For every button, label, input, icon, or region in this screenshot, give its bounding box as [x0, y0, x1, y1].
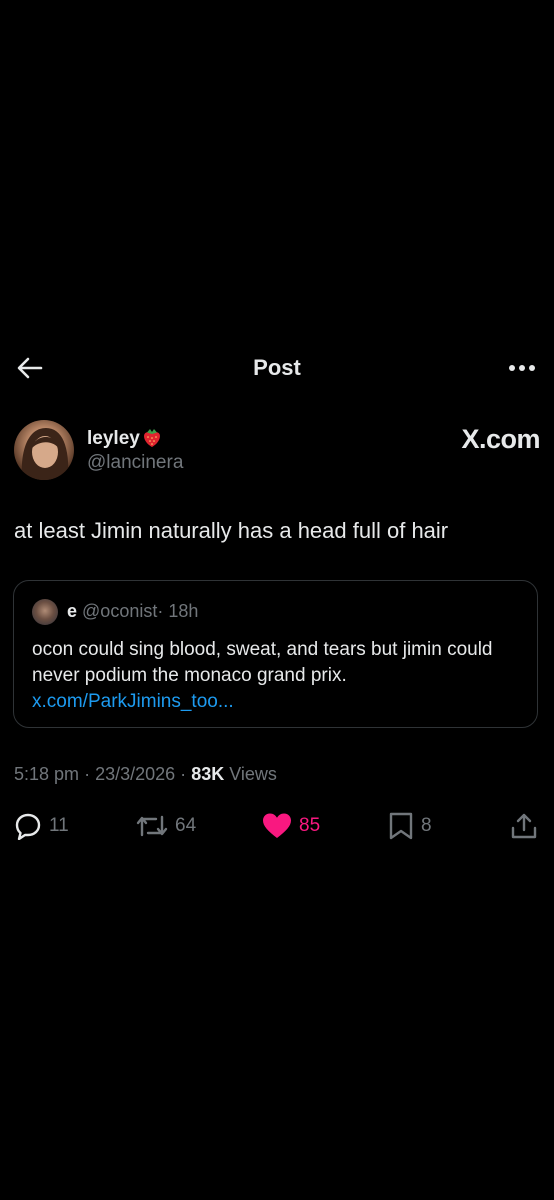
repost-button[interactable]: 64 [136, 808, 196, 844]
avatar[interactable] [14, 420, 74, 480]
quoted-link[interactable]: x.com/ParkJimins_too... [32, 691, 234, 712]
quoted-avatar [32, 599, 58, 625]
quoted-meta: e @oconist· 18h [67, 601, 198, 622]
like-count: 85 [299, 815, 321, 836]
post-date: 23/3/2026 [95, 764, 176, 784]
display-name[interactable]: leyley [87, 426, 162, 454]
share-button[interactable] [510, 808, 538, 844]
more-options-button[interactable] [504, 354, 540, 382]
quoted-text: ocon could sing blood, sweat, and tears … [32, 637, 527, 715]
views-count[interactable]: 83K [191, 764, 224, 784]
heart-icon [263, 813, 291, 838]
action-bar: 11 64 85 8 [0, 808, 554, 844]
bookmark-count: 8 [421, 815, 432, 836]
quoted-body: ocon could sing blood, sweat, and tears … [32, 639, 493, 686]
bookmark-button[interactable]: 8 [388, 808, 432, 844]
meta-separator: · [84, 764, 91, 784]
views-label: Views [229, 764, 277, 784]
meta-separator: · [180, 764, 187, 784]
bookmark-icon [389, 812, 413, 840]
top-bar: Post [0, 340, 554, 396]
xcom-watermark: X.com [461, 424, 540, 454]
repost-count: 64 [175, 815, 197, 836]
post-time: 5:18 pm [14, 764, 80, 784]
quoted-post[interactable]: e @oconist· 18h ocon could sing blood, s… [13, 580, 538, 728]
share-icon [511, 813, 537, 839]
reply-icon [15, 813, 41, 840]
quoted-handle: @oconist [82, 601, 158, 621]
display-name-text: leyley [87, 428, 140, 449]
quoted-separator: · [157, 601, 164, 621]
page-title: Post [253, 355, 301, 380]
post-text: at least Jimin naturally has a head full… [14, 518, 449, 543]
like-button[interactable]: 85 [262, 808, 320, 844]
reply-button[interactable]: 11 [14, 808, 69, 844]
reply-count: 11 [49, 815, 69, 836]
quoted-age: 18h [168, 601, 199, 621]
quoted-display-name: e [67, 601, 78, 621]
post-author: leyley @lancinera X.com [14, 418, 540, 482]
more-icon [509, 365, 535, 371]
user-handle[interactable]: @lancinera [87, 452, 183, 474]
repost-icon [136, 815, 168, 837]
strawberry-icon [142, 426, 162, 454]
post-meta: 5:18 pm · 23/3/2026 · 83K Views [14, 764, 277, 785]
